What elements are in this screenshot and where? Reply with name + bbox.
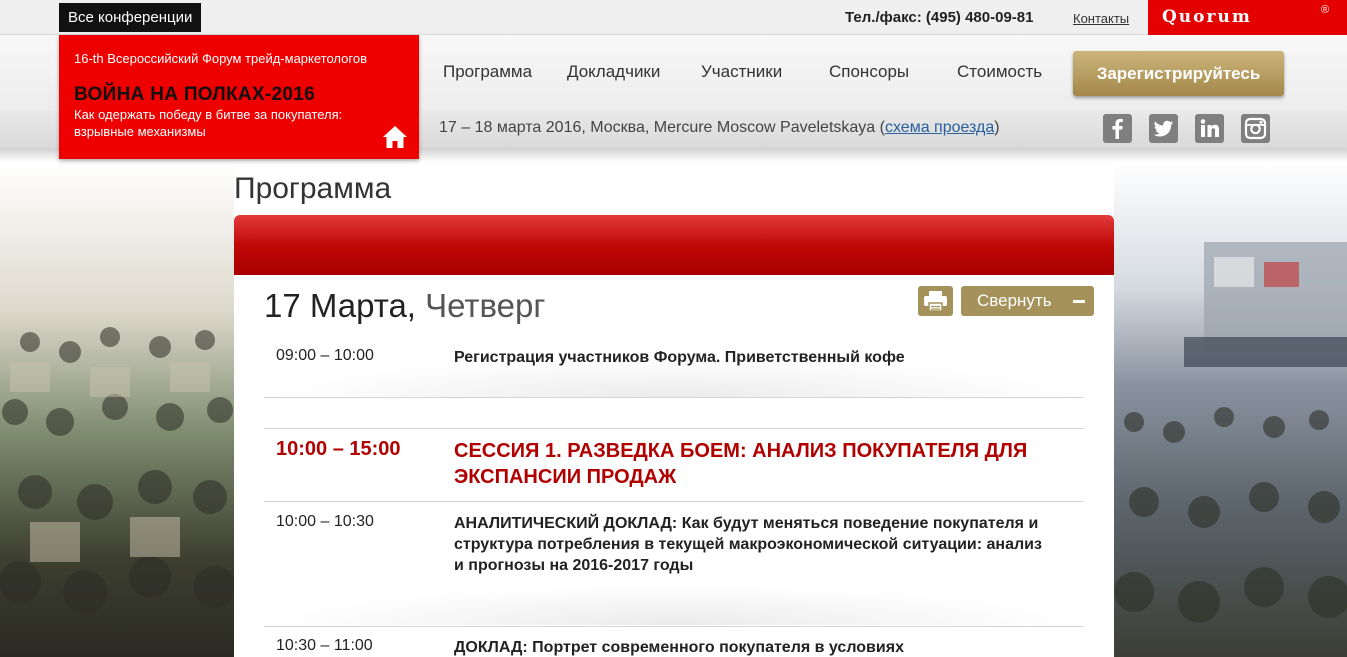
- minus-icon: [1073, 300, 1085, 303]
- quorum-logo-text: Quorum: [1162, 7, 1252, 27]
- page-title: Программа: [234, 172, 392, 205]
- nav-participants[interactable]: Участники: [701, 62, 782, 82]
- contacts-link[interactable]: Контакты: [1073, 11, 1129, 26]
- top-bar: Все конференции Тел./факс: (495) 480-09-…: [0, 0, 1347, 35]
- instagram-icon[interactable]: [1241, 114, 1270, 143]
- register-button[interactable]: Зарегистрируйтесь: [1073, 51, 1284, 96]
- collapse-label: Свернуть: [977, 291, 1052, 310]
- day-heading: 17 Марта, Четверг: [264, 287, 545, 325]
- paren-close: ): [994, 119, 1000, 136]
- row-label: АНАЛИТИЧЕСКИЙ ДОКЛАД:: [454, 515, 678, 532]
- home-icon[interactable]: [382, 125, 408, 149]
- row-time: 10:30 – 11:00: [276, 637, 373, 654]
- event-banner: 16-th Всероссийский Форум трейд-маркетол…: [59, 35, 419, 159]
- facebook-icon[interactable]: [1103, 114, 1132, 143]
- session-title: СЕССИЯ 1. РАЗВЕДКА БОЕМ: АНАЛИЗ ПОКУПАТЕ…: [454, 440, 1028, 488]
- all-conferences-link[interactable]: Все конференции: [59, 3, 202, 32]
- map-link[interactable]: схема проезда: [885, 119, 994, 136]
- print-button[interactable]: [918, 286, 953, 316]
- event-title: ВОЙНА НА ПОЛКАХ-2016: [74, 84, 316, 105]
- row-text: ДОКЛАД: Портрет современного покупателя …: [454, 637, 1044, 657]
- twitter-icon[interactable]: [1149, 114, 1178, 143]
- row-divider: [264, 626, 1084, 627]
- registered-mark: ®: [1321, 4, 1330, 16]
- printer-icon: [924, 291, 947, 312]
- nav-speakers[interactable]: Докладчики: [567, 62, 660, 82]
- program-content: 17 Марта, Четверг Свернуть 09:00 – 10:00…: [234, 275, 1114, 657]
- row-description: Портрет современного покупателя в услови…: [532, 639, 904, 656]
- nav-program[interactable]: Программа: [443, 62, 532, 82]
- event-dates: 17 – 18 марта 2016, Москва, Mercure Mosc…: [439, 119, 876, 136]
- program-banner: [234, 215, 1114, 275]
- row-divider: [264, 501, 1084, 502]
- session-time: 10:00 – 15:00: [276, 438, 401, 460]
- linkedin-icon[interactable]: [1195, 114, 1224, 143]
- quorum-logo[interactable]: Quorum ®: [1148, 0, 1347, 35]
- row-divider: [264, 397, 1084, 398]
- event-info: 17 – 18 марта 2016, Москва, Mercure Mosc…: [439, 119, 1000, 137]
- collapse-button[interactable]: Свернуть: [961, 286, 1094, 316]
- row-shade: [264, 357, 1084, 397]
- phone-number: Тел./факс: (495) 480-09-81: [845, 9, 1034, 26]
- day-weekday: Четверг: [425, 287, 546, 324]
- event-subtitle: 16-th Всероссийский Форум трейд-маркетол…: [74, 51, 367, 66]
- row-time: 10:00 – 10:30: [276, 513, 374, 530]
- row-label: ДОКЛАД:: [454, 639, 528, 656]
- row-text: АНАЛИТИЧЕСКИЙ ДОКЛАД: Как будут меняться…: [454, 513, 1044, 576]
- conference-audience-photo: [0, 162, 234, 657]
- row-shade: [264, 585, 1084, 625]
- day-date: 17 Марта,: [264, 287, 416, 324]
- event-tagline: Как одержать победу в битве за покупател…: [74, 107, 343, 139]
- nav-sponsors[interactable]: Спонсоры: [829, 62, 909, 82]
- nav-price[interactable]: Стоимость: [957, 62, 1042, 82]
- conference-stage-photo: [1114, 162, 1347, 657]
- row-divider: [264, 428, 1084, 429]
